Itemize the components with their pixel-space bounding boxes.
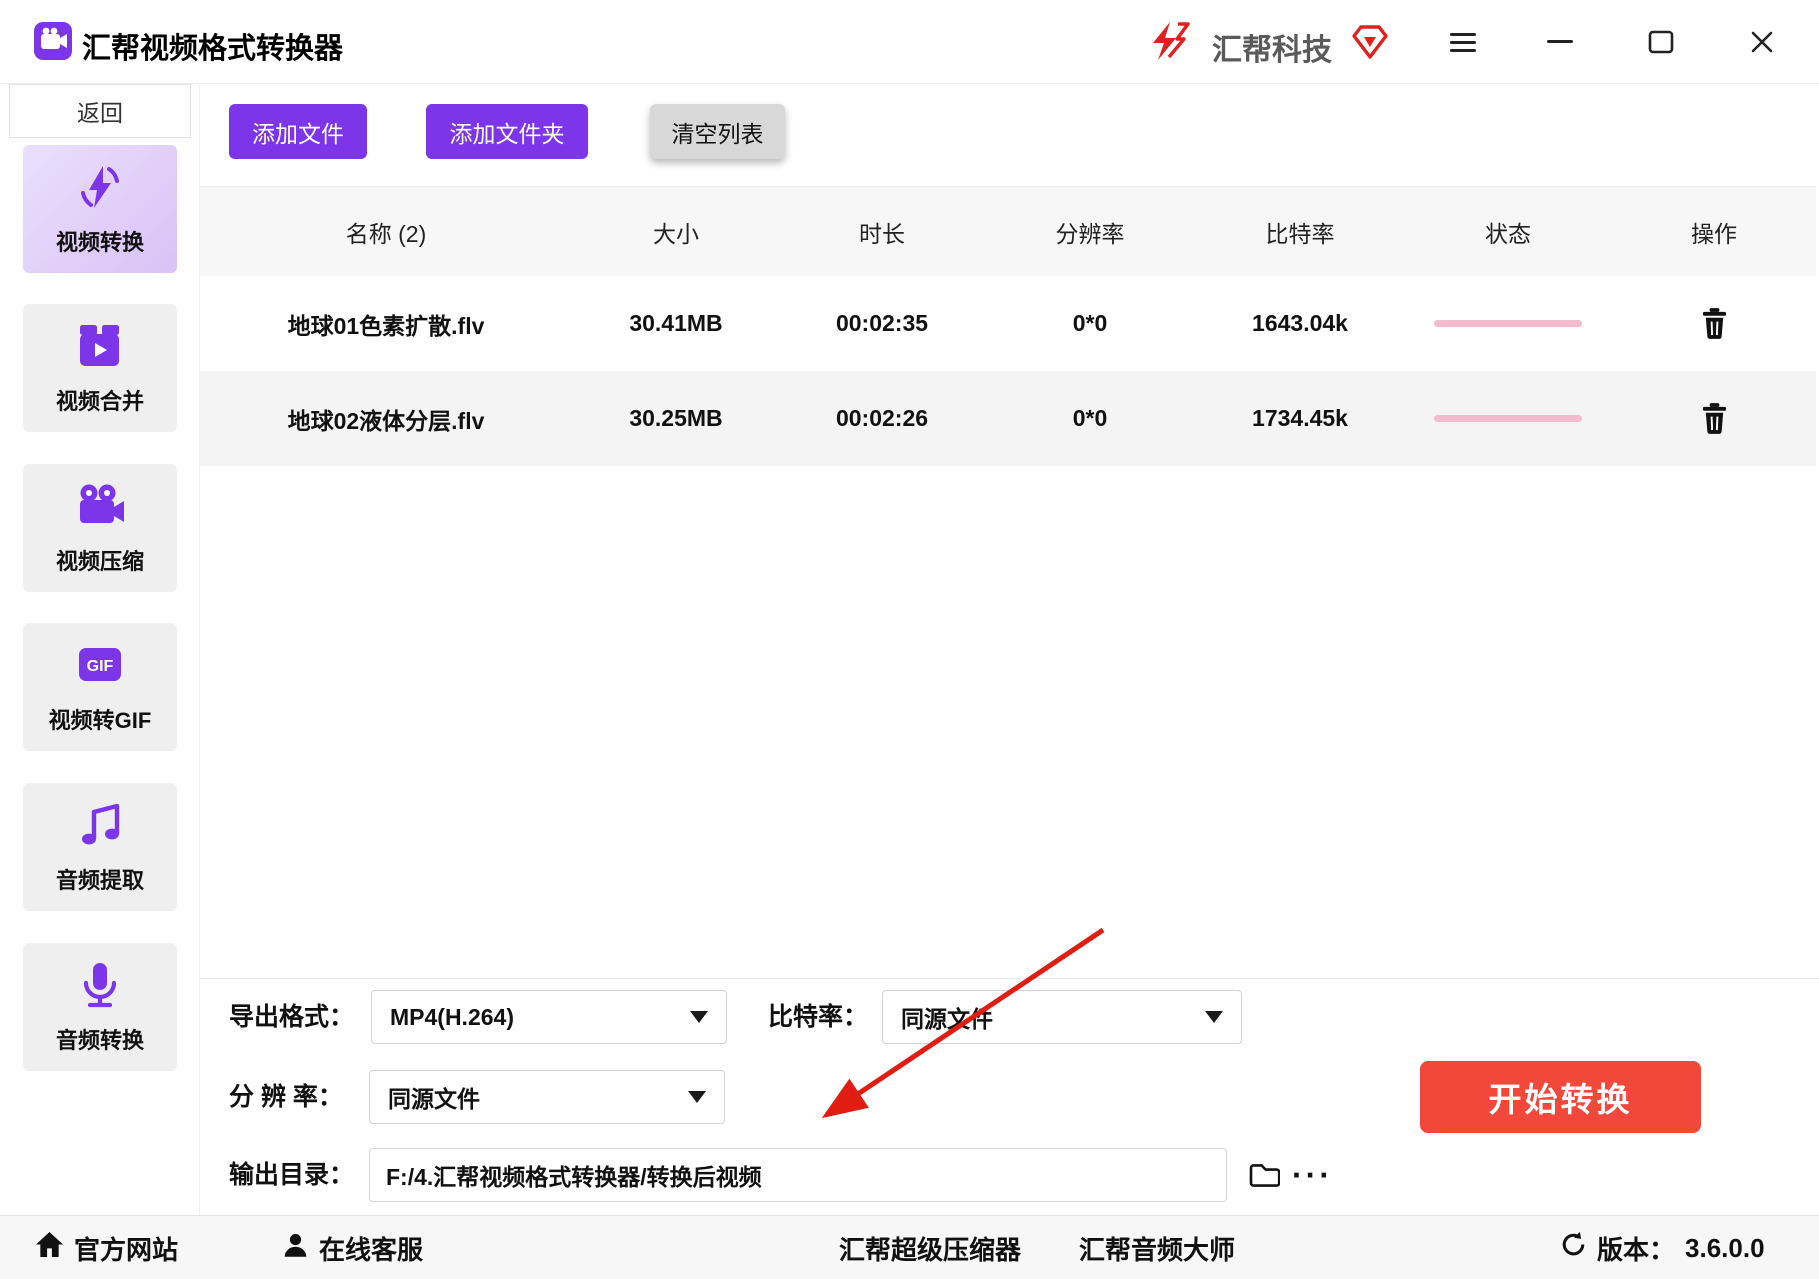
file-duration: 00:02:26: [835, 405, 929, 431]
resolution-label: 分 辨 率：: [229, 1083, 343, 1111]
version-value: 3.6.0.0: [1685, 1232, 1765, 1263]
file-resolution: 0*0: [1072, 405, 1108, 431]
sidebar-item-video-to-gif[interactable]: GIF 视频转GIF: [23, 623, 177, 751]
column-header-duration: 时长: [859, 220, 905, 247]
refresh-icon[interactable]: [1560, 1231, 1587, 1265]
status-progress-bar: [1434, 320, 1582, 327]
file-bitrate: 1643.04k: [1252, 310, 1348, 336]
app-logo-icon: [33, 21, 73, 66]
svg-text:GIF: GIF: [87, 658, 114, 675]
music-note-icon: [74, 799, 126, 856]
sidebar-item-label: 音频转换: [55, 1028, 144, 1053]
export-format-select[interactable]: MP4(H.264): [371, 990, 727, 1044]
clear-list-button[interactable]: 清空列表: [650, 104, 785, 159]
audio-master-link[interactable]: 汇帮音频大师: [1079, 1216, 1235, 1279]
sidebar-item-label: 视频转GIF: [48, 708, 152, 733]
file-resolution: 0*0: [1072, 310, 1108, 336]
maximize-icon[interactable]: [1639, 21, 1683, 63]
file-size: 30.25MB: [629, 405, 723, 431]
chevron-down-icon: [1205, 1011, 1223, 1023]
table-row: 地球02液体分层.flv 30.25MB 00:02:26 0*0 1734.4…: [200, 371, 1816, 466]
app-window: 汇帮视频格式转换器 汇帮科技 返回 视频转换 视频合并 视频压缩 GIF 视频转…: [0, 0, 1819, 1279]
person-icon: [282, 1232, 309, 1265]
chevron-down-icon: [690, 1011, 708, 1023]
file-name: 地球02液体分层.flv: [287, 407, 485, 434]
video-compress-icon: [74, 480, 126, 537]
browse-folder-icon[interactable]: [1246, 1158, 1282, 1192]
official-site-link[interactable]: 官方网站: [35, 1216, 178, 1279]
sidebar-item-audio-extract[interactable]: 音频提取: [23, 783, 177, 911]
start-convert-button[interactable]: 开始转换: [1420, 1061, 1701, 1133]
minimize-icon[interactable]: [1538, 21, 1582, 63]
version-label: 版本：: [1597, 1234, 1676, 1265]
file-bitrate: 1734.45k: [1252, 405, 1348, 431]
bitrate-value: 同源文件: [901, 1006, 993, 1032]
sidebar-item-label: 音频提取: [55, 868, 144, 893]
sidebar-item-label: 视频转换: [55, 230, 144, 255]
brand-logo-icon: [1148, 20, 1192, 67]
close-icon[interactable]: [1740, 21, 1784, 63]
sidebar-item-video-convert[interactable]: 视频转换: [23, 145, 177, 273]
menu-icon[interactable]: [1441, 21, 1485, 63]
sidebar-item-label: 视频合并: [55, 389, 144, 414]
resolution-select[interactable]: 同源文件: [369, 1070, 725, 1124]
sidebar-item-audio-convert[interactable]: 音频转换: [23, 943, 177, 1071]
table-row: 地球01色素扩散.flv 30.41MB 00:02:35 0*0 1643.0…: [200, 276, 1816, 371]
sidebar-item-video-compress[interactable]: 视频压缩: [23, 464, 177, 592]
add-file-button[interactable]: 添加文件: [229, 104, 367, 159]
output-dir-input[interactable]: [369, 1148, 1227, 1202]
brand-gem-icon: [1350, 23, 1390, 66]
settings-divider: [200, 978, 1819, 979]
sidebar-item-video-merge[interactable]: 视频合并: [23, 304, 177, 432]
column-header-action: 操作: [1691, 220, 1737, 247]
export-format-value: MP4(H.264): [390, 1003, 514, 1030]
column-header-status: 状态: [1485, 220, 1531, 247]
sidebar-item-label: 视频压缩: [55, 549, 144, 574]
bitrate-select[interactable]: 同源文件: [882, 990, 1242, 1044]
video-convert-icon: [74, 161, 126, 218]
chevron-down-icon: [688, 1091, 706, 1103]
add-folder-button[interactable]: 添加文件夹: [426, 104, 588, 159]
home-icon: [35, 1231, 64, 1265]
microphone-icon: [74, 959, 126, 1016]
video-merge-icon: [74, 320, 126, 377]
file-size: 30.41MB: [629, 310, 723, 336]
official-site-label: 官方网站: [74, 1234, 179, 1265]
version-info: 版本： 3.6.0.0: [1560, 1216, 1765, 1279]
online-support-link[interactable]: 在线客服: [282, 1216, 423, 1279]
brand-name: 汇帮科技: [1212, 34, 1332, 67]
gif-icon: GIF: [74, 639, 126, 696]
footer-bar: 官方网站 在线客服 汇帮超级压缩器 汇帮音频大师 版本： 3.6.0.0: [0, 1215, 1819, 1279]
more-options-button[interactable]: ···: [1292, 1148, 1333, 1202]
table-header: 名称 (2) 大小 时长 分辨率 比特率 状态 操作: [200, 186, 1816, 276]
app-title: 汇帮视频格式转换器: [82, 33, 344, 65]
file-duration: 00:02:35: [835, 310, 929, 336]
bitrate-label: 比特率：: [768, 1003, 869, 1031]
status-progress-bar: [1434, 415, 1582, 422]
back-button[interactable]: 返回: [9, 84, 191, 138]
resolution-value: 同源文件: [388, 1086, 480, 1112]
column-header-bitrate: 比特率: [1265, 220, 1335, 247]
audio-master-label: 汇帮音频大师: [1079, 1234, 1236, 1265]
output-dir-label: 输出目录：: [229, 1161, 355, 1189]
delete-row-button[interactable]: [1696, 401, 1732, 437]
super-compressor-link[interactable]: 汇帮超级压缩器: [839, 1216, 1021, 1279]
online-support-label: 在线客服: [319, 1234, 424, 1265]
super-compressor-label: 汇帮超级压缩器: [839, 1234, 1022, 1265]
column-header-size: 大小: [653, 220, 699, 247]
delete-row-button[interactable]: [1696, 306, 1732, 342]
export-format-label: 导出格式：: [229, 1003, 355, 1031]
title-bar: 汇帮视频格式转换器 汇帮科技: [0, 0, 1819, 84]
column-header-resolution: 分辨率: [1055, 220, 1125, 247]
column-header-name: 名称 (2): [345, 220, 427, 247]
file-name: 地球01色素扩散.flv: [287, 312, 485, 339]
